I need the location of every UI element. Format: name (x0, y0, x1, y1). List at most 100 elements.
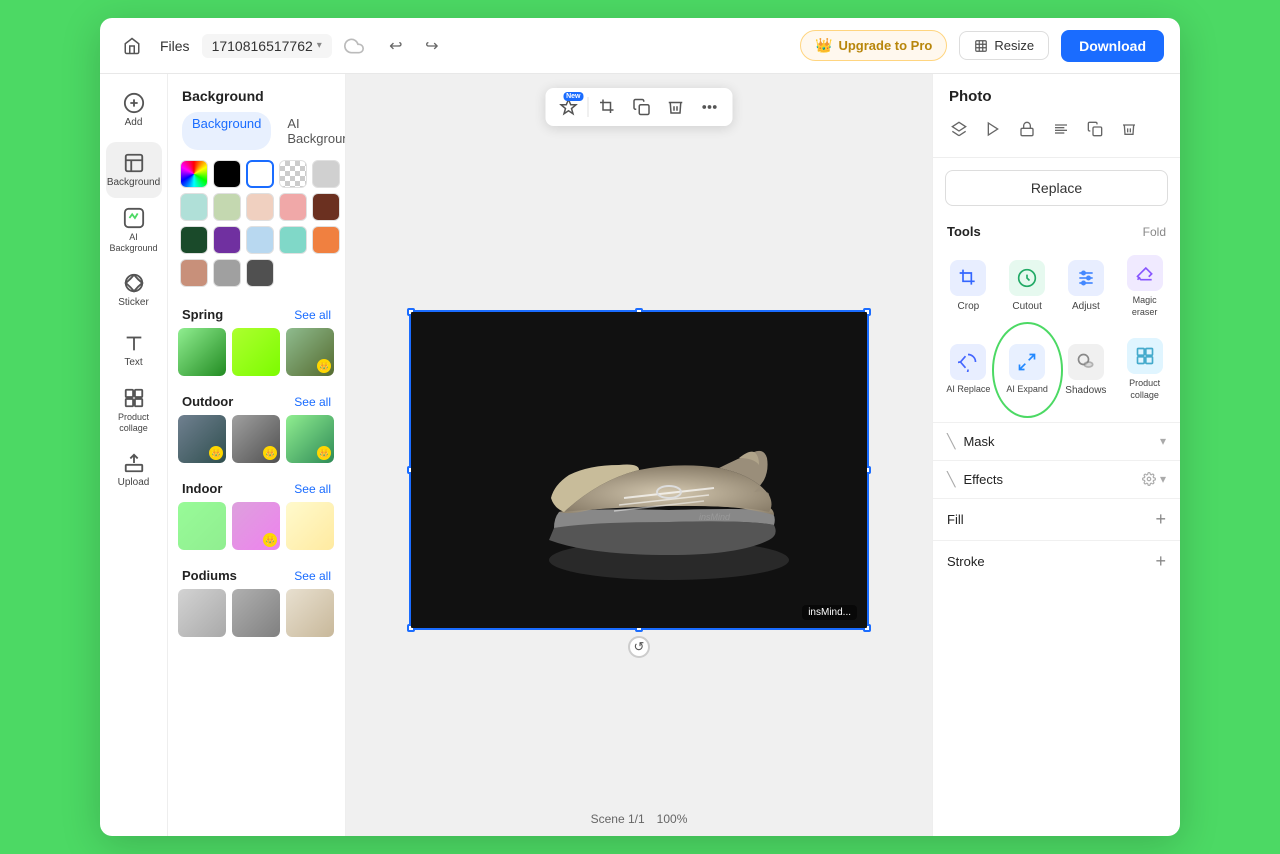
home-button[interactable] (116, 30, 148, 62)
upgrade-button[interactable]: 👑 Upgrade to Pro (800, 30, 947, 61)
fold-button[interactable]: Fold (1143, 225, 1166, 239)
layers-button[interactable] (945, 115, 973, 143)
effects-chevron-icon: ▾ (1160, 472, 1166, 486)
swatch-white[interactable] (246, 160, 274, 188)
effects-section-right: ▾ (1142, 472, 1166, 486)
redo-button[interactable]: ↪ (416, 30, 448, 62)
tool-ai-expand[interactable]: AI Expand (1000, 330, 1055, 409)
copy-button[interactable] (625, 90, 659, 124)
resize-button[interactable]: Resize (959, 31, 1049, 60)
delete-toolbar-button[interactable] (659, 90, 693, 124)
add-icon (123, 92, 145, 114)
motion-button[interactable] (979, 115, 1007, 143)
mask-section-left: ╲ Mask (947, 433, 995, 450)
spring-see-all[interactable]: See all (294, 308, 331, 322)
indoor-thumb-2[interactable]: 👑 (232, 502, 280, 550)
podiums-thumb-3[interactable] (286, 589, 334, 637)
download-button[interactable]: Download (1061, 30, 1164, 62)
swatch-teal[interactable] (279, 226, 307, 254)
effects-section[interactable]: ╲ Effects ▾ (933, 460, 1180, 498)
crop-toolbar-button[interactable] (591, 90, 625, 124)
tool-adjust-label: Adjust (1072, 300, 1100, 313)
resize-label: Resize (994, 38, 1034, 53)
duplicate-button[interactable] (1081, 115, 1109, 143)
spring-thumb-1[interactable] (178, 328, 226, 376)
swatch-sage[interactable] (213, 193, 241, 221)
replace-button[interactable]: Replace (945, 170, 1168, 206)
sidebar-item-upload-label: Upload (118, 477, 150, 489)
swatch-dark-green[interactable] (180, 226, 208, 254)
swatch-mint[interactable] (180, 193, 208, 221)
outdoor-thumb-1[interactable]: 👑 (178, 415, 226, 463)
tool-product-collage[interactable]: Product collage (1117, 330, 1172, 409)
files-label[interactable]: Files (160, 38, 190, 54)
indoor-thumb-1[interactable] (178, 502, 226, 550)
sidebar-item-background[interactable]: Background (106, 142, 162, 198)
tool-shadows[interactable]: Shadows (1059, 330, 1114, 409)
tool-magic-eraser[interactable]: Magic eraser (1117, 247, 1172, 326)
delete-button[interactable] (1115, 115, 1143, 143)
zoom-label: 100% (657, 812, 688, 826)
sidebar-item-text[interactable]: Text (106, 322, 162, 378)
outdoor-see-all[interactable]: See all (294, 395, 331, 409)
outdoor-thumb-3[interactable]: 👑 (286, 415, 334, 463)
swatch-black[interactable] (213, 160, 241, 188)
swatch-transparent[interactable] (279, 160, 307, 188)
tool-ai-replace[interactable]: AI Replace (941, 330, 996, 409)
swatch-sky-blue[interactable] (246, 226, 274, 254)
sidebar-item-product-collage[interactable]: Product collage (106, 382, 162, 438)
swatch-dark-gray[interactable] (246, 259, 274, 287)
filename-dropdown[interactable]: 1710816517762 ▾ (202, 34, 332, 58)
tool-shadows-label: Shadows (1065, 384, 1106, 397)
tool-cutout[interactable]: Cutout (1000, 247, 1055, 326)
sidebar-item-background-label: Background (107, 177, 160, 189)
indoor-thumb-3[interactable] (286, 502, 334, 550)
background-icon (123, 152, 145, 174)
swatch-medium-gray[interactable] (213, 259, 241, 287)
swatch-peach[interactable] (246, 193, 274, 221)
spring-thumb-3[interactable]: 👑 (286, 328, 334, 376)
lock-button[interactable] (1013, 115, 1041, 143)
effects-icon: ╲ (947, 471, 955, 488)
toolbar-divider-1 (588, 97, 589, 117)
sidebar-item-sticker[interactable]: Sticker (106, 262, 162, 318)
more-options-button[interactable] (693, 90, 727, 124)
align-button[interactable] (1047, 115, 1075, 143)
canvas-image-wrapper[interactable]: insMind insMind... ↺ (409, 310, 869, 630)
canvas-area[interactable]: New (346, 74, 932, 836)
resize-icon (974, 39, 988, 53)
tools-grid: Crop Cutout (933, 247, 1180, 422)
sidebar-item-ai-background[interactable]: AI Background (106, 202, 162, 258)
tab-background[interactable]: Background (182, 112, 271, 150)
swatch-orange[interactable] (312, 226, 340, 254)
swatch-gradient[interactable] (180, 160, 208, 188)
fill-add-button[interactable]: + (1155, 509, 1166, 530)
podiums-thumb-2[interactable] (232, 589, 280, 637)
undo-button[interactable]: ↩ (380, 30, 412, 62)
outdoor-thumb-2[interactable]: 👑 (232, 415, 280, 463)
swatch-rose[interactable] (180, 259, 208, 287)
sidebar-item-upload[interactable]: Upload (106, 442, 162, 498)
tool-adjust[interactable]: Adjust (1059, 247, 1114, 326)
podiums-see-all[interactable]: See all (294, 569, 331, 583)
filename-text: 1710816517762 (212, 38, 313, 54)
mask-section[interactable]: ╲ Mask ▾ (933, 422, 1180, 460)
stroke-label: Stroke (947, 554, 985, 569)
swatch-pink[interactable] (279, 193, 307, 221)
sidebar-item-add[interactable]: Add (106, 82, 162, 138)
spring-thumb-2[interactable] (232, 328, 280, 376)
swatch-purple[interactable] (213, 226, 241, 254)
tool-crop[interactable]: Crop (941, 247, 996, 326)
swatch-light-gray[interactable] (312, 160, 340, 188)
rotate-handle[interactable]: ↺ (628, 636, 650, 658)
chevron-down-icon: ▾ (317, 40, 322, 51)
podiums-thumb-1[interactable] (178, 589, 226, 637)
panel-tabs: Background AI Background (168, 112, 345, 160)
indoor-see-all[interactable]: See all (294, 482, 331, 496)
effects-section-left: ╲ Effects (947, 471, 1003, 488)
swatch-brown[interactable] (312, 193, 340, 221)
panel-title: Background (182, 88, 264, 104)
tab-ai-background[interactable]: AI Background (277, 112, 346, 150)
ai-edit-button[interactable]: New (552, 90, 586, 124)
stroke-add-button[interactable]: + (1155, 551, 1166, 572)
